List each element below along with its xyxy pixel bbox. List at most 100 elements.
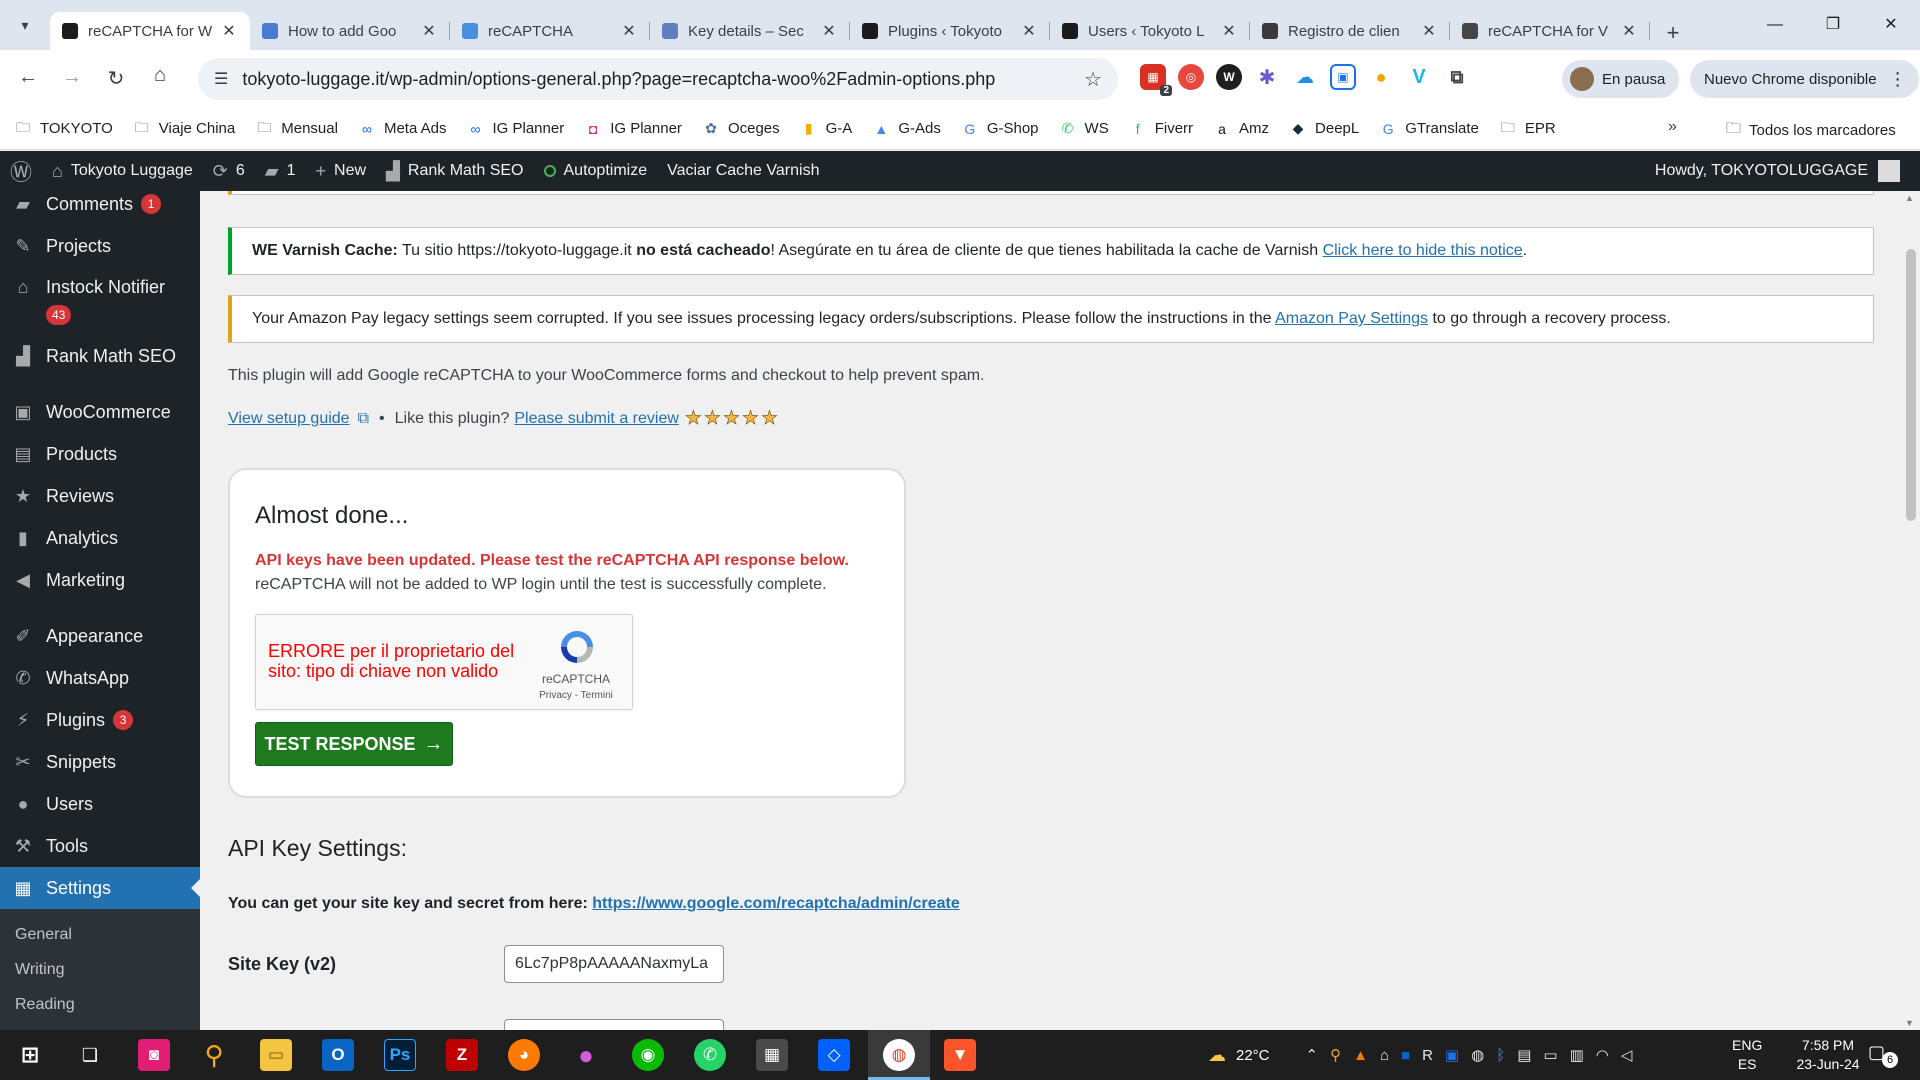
tab-search-chevron-icon[interactable]: ▾ [10,10,40,40]
recaptcha-admin-link[interactable]: https://www.google.com/recaptcha/admin/c… [592,895,959,912]
wordpress-logo-icon[interactable]: Ⓦ [0,151,42,191]
sidebar-item-reviews[interactable]: ★ Reviews [0,475,200,517]
browser-tab[interactable]: reCAPTCHA ✕ [450,12,650,50]
system-clock[interactable]: 7:58 PM 23-Jun-24 [1778,1036,1878,1074]
all-bookmarks-folder[interactable]: 🗀 Todos los marcadores [1726,118,1896,143]
submenu-item-general[interactable]: General [0,917,200,952]
file-explorer-icon[interactable]: ▭ [260,1039,292,1071]
browser-tab[interactable]: reCAPTCHA for V ✕ [1450,12,1650,50]
sidebar-item-marketing[interactable]: ◀ Marketing [0,559,200,601]
rankmath-link[interactable]: ▟ Rank Math SEO [376,151,533,191]
browser-tab[interactable]: How to add Goo ✕ [250,12,450,50]
extension-calendar-icon[interactable]: ▦ 2 [1140,64,1172,96]
task-view-icon[interactable]: ❏ [74,1039,106,1071]
notifications-icon[interactable]: ▢ 6 [1868,1042,1898,1068]
close-tab-icon[interactable]: ✕ [1620,21,1638,41]
submenu-item-writing[interactable]: Writing [0,952,200,987]
updates-link[interactable]: ⟳ 6 [203,151,255,191]
language-indicator[interactable]: ENG ES [1732,1036,1762,1074]
site-key-input[interactable] [504,945,724,983]
bluetooth-icon[interactable]: ᛒ [1496,1047,1505,1064]
drop-app-icon[interactable]: ● [570,1039,602,1071]
extension-wappalyzer-icon[interactable]: W [1216,64,1242,90]
submenu-item-reading[interactable]: Reading [0,987,200,1022]
extension-honey-icon[interactable]: ● [1368,64,1394,90]
minimize-icon[interactable]: — [1746,0,1804,50]
back-icon[interactable]: ← [6,66,50,89]
brave-icon[interactable]: ▼ [944,1039,976,1071]
address-bar[interactable]: ☰ tokyoto-luggage.it/wp-admin/options-ge… [198,58,1118,100]
varnish-purge-link[interactable]: Vaciar Cache Varnish [657,151,829,191]
bookmark-item[interactable]: 🗀 EPR [1499,119,1556,138]
chrome-icon[interactable]: ◍ [883,1039,915,1071]
sidebar-item-woocommerce[interactable]: ▣ WooCommerce [0,391,200,433]
search-icon[interactable]: ⚲ [198,1039,230,1071]
amazon-pay-settings-link[interactable]: Amazon Pay Settings [1275,310,1428,327]
reload-icon[interactable]: ↻ [94,66,138,91]
battery-icon[interactable]: ▭ [1543,1046,1557,1064]
sidebar-item-whatsapp[interactable]: ✆ WhatsApp [0,657,200,699]
browser-tab[interactable]: Registro de clien ✕ [1250,12,1450,50]
browser-tab[interactable]: reCAPTCHA for W ✕ [50,12,250,50]
bookmark-item[interactable]: ◘ IG Planner [584,120,682,137]
weather-icon[interactable]: ☁ [1208,1045,1226,1066]
wifi-icon[interactable]: ◠ [1596,1046,1609,1064]
tray-r-icon[interactable]: R [1422,1047,1433,1064]
secret-key-input[interactable] [504,1019,724,1030]
sidebar-item-appearance[interactable]: ✐ Appearance [0,615,200,657]
autoptimize-link[interactable]: Autoptimize [534,151,658,191]
tray-outlook-icon[interactable]: ■ [1401,1047,1410,1064]
new-tab-plus-icon[interactable]: + [1658,20,1688,50]
firefox-icon[interactable]: ◕ [508,1039,540,1071]
forward-icon[interactable]: → [50,66,94,89]
recaptcha-privacy-terms[interactable]: Privacy - Termini [511,690,641,701]
sidebar-item-analytics[interactable]: ▮ Analytics [0,517,200,559]
bookmark-item[interactable]: f Fiverr [1129,120,1193,137]
tray-clipboard-icon[interactable]: ▤ [1517,1046,1531,1064]
submit-review-link[interactable]: Please submit a review [514,410,679,428]
profile-button[interactable]: En pausa [1562,60,1680,98]
tray-device-icon[interactable]: ▥ [1570,1046,1584,1064]
tray-search-icon[interactable]: ⚲ [1330,1046,1341,1064]
bookmark-item[interactable]: ◆ DeepL [1289,120,1360,137]
extension-colorful-icon[interactable]: ◎ [1178,64,1204,90]
bookmark-item[interactable]: 🗀 TOKYOTO [14,119,113,138]
tray-vlc-icon[interactable]: ▲ [1353,1047,1368,1064]
comments-link[interactable]: ▰ 1 [255,151,306,191]
close-tab-icon[interactable]: ✕ [1420,21,1438,41]
bookmark-item[interactable]: ✆ WS [1059,120,1109,137]
extension-asterisk-icon[interactable]: ✱ [1254,64,1280,90]
sidebar-item-users[interactable]: ● Users [0,783,200,825]
bookmark-item[interactable]: G GTranslate [1379,120,1479,137]
test-response-button[interactable]: TEST RESPONSE → [255,722,453,766]
sidebar-item-projects[interactable]: ✎ Projects [0,225,200,267]
page-scrollbar[interactable]: ▲ ▼ [1902,191,1920,1030]
browser-tab[interactable]: Key details – Sec ✕ [650,12,850,50]
close-tab-icon[interactable]: ✕ [1220,21,1238,41]
scroll-down-icon[interactable]: ▼ [1905,1018,1914,1028]
site-info-icon[interactable]: ☰ [214,69,228,89]
sidebar-item-tools[interactable]: ⚒ Tools [0,825,200,867]
site-name-link[interactable]: ⌂ Tokyoto Luggage [42,151,203,191]
bookmark-item[interactable]: ∞ IG Planner [467,120,565,137]
whatsapp-icon[interactable]: ✆ [694,1039,726,1071]
close-window-icon[interactable]: ✕ [1862,0,1920,50]
sidebar-item-rank-math-seo[interactable]: ▟ Rank Math SEO [0,335,200,377]
bookmark-item[interactable]: 🗀 Viaje China [133,119,235,138]
tray-drive-icon[interactable]: ▣ [1445,1046,1459,1064]
kebab-menu-icon[interactable]: ⋮ [1889,69,1907,90]
browser-tab[interactable]: Users ‹ Tokyoto L ✕ [1050,12,1250,50]
bookmark-star-icon[interactable]: ☆ [1084,67,1102,92]
wechat-icon[interactable]: ◉ [632,1039,664,1071]
bookmarks-overflow-icon[interactable]: » [1668,118,1677,136]
bookmark-item[interactable]: G G-Shop [961,120,1038,137]
scrollbar-thumb[interactable] [1906,249,1916,521]
close-tab-icon[interactable]: ✕ [220,21,238,41]
app-instagram-icon[interactable]: ◙ [138,1039,170,1071]
bookmark-item[interactable]: ✿ Oceges [702,120,780,137]
chrome-update-button[interactable]: Nuevo Chrome disponible ⋮ [1690,60,1919,98]
scroll-up-icon[interactable]: ▲ [1905,193,1914,203]
extension-vimeo-icon[interactable]: V [1406,64,1432,90]
sidebar-item-comments[interactable]: ▰ Comments 1 [0,191,200,225]
extensions-puzzle-icon[interactable]: ⧉ [1444,64,1470,90]
